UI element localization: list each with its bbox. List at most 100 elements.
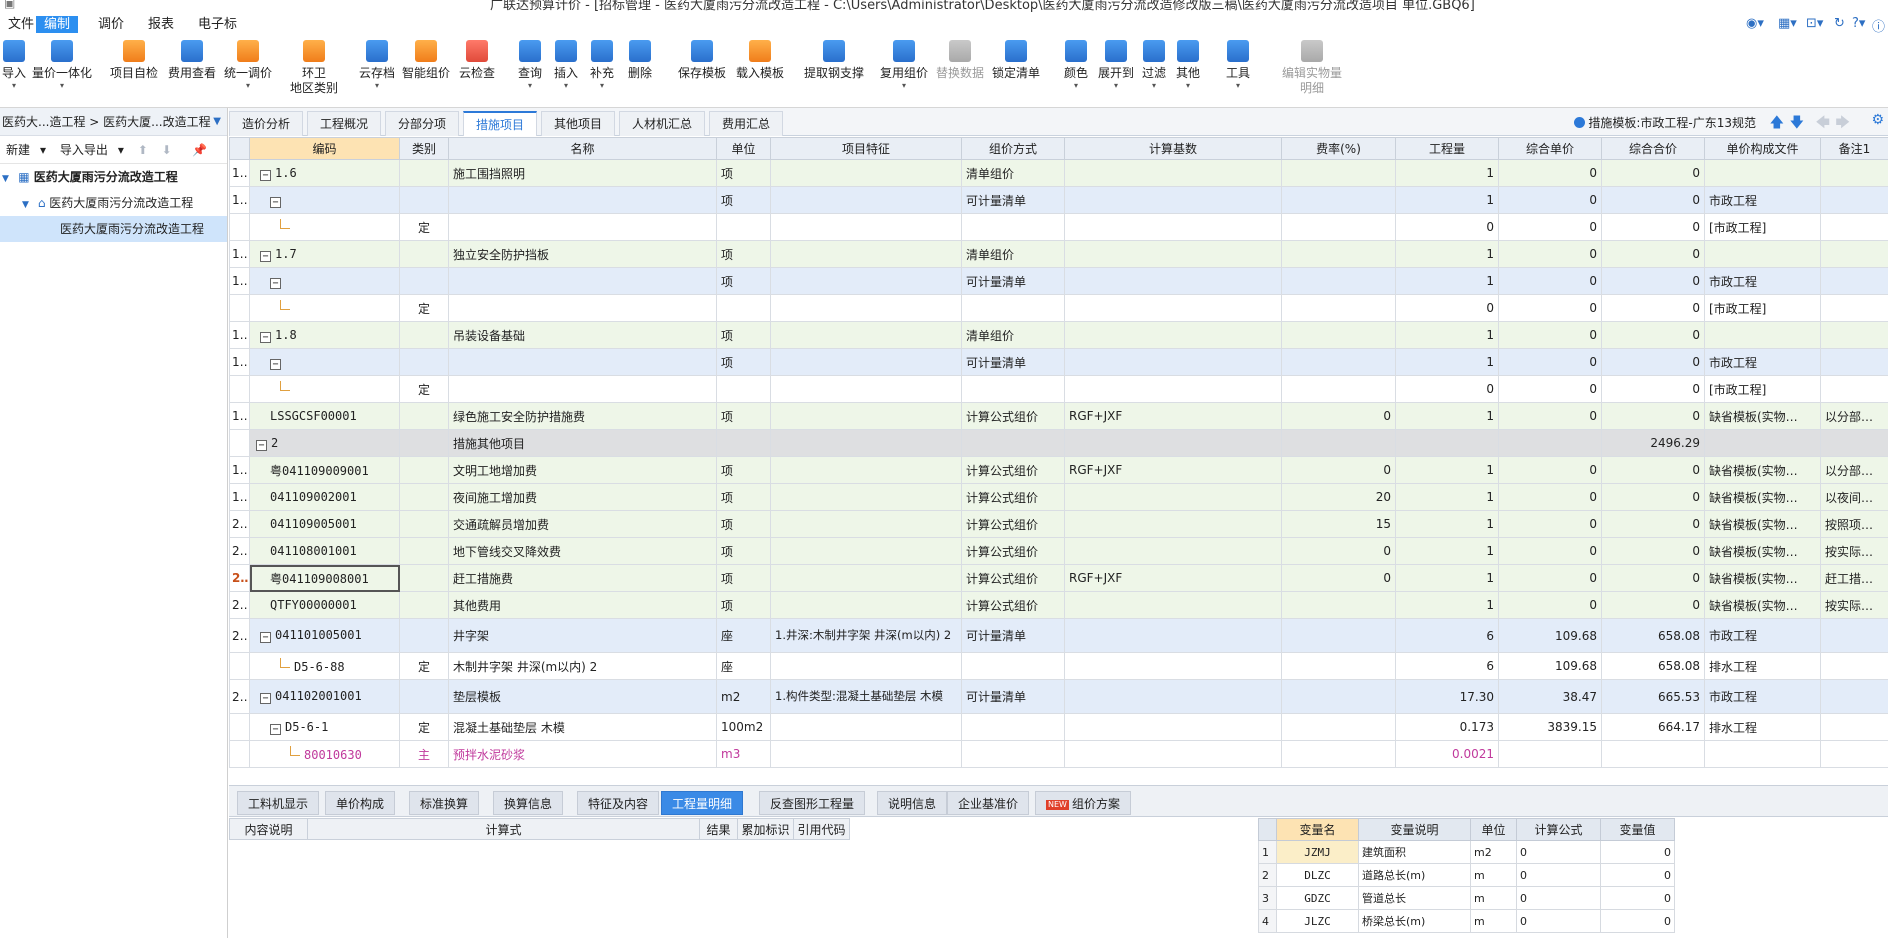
file-cell[interactable]: 市政工程 xyxy=(1704,348,1821,376)
feature-cell[interactable] xyxy=(770,591,962,619)
code-cell[interactable]: − xyxy=(249,186,400,214)
note-cell[interactable] xyxy=(1820,159,1888,187)
price-cell[interactable]: 0 xyxy=(1498,159,1602,187)
code-cell[interactable]: QTFY00000001 xyxy=(249,591,400,619)
base-cell[interactable] xyxy=(1064,267,1282,295)
total-cell[interactable]: 0 xyxy=(1601,375,1705,403)
table-row[interactable]: 25−041102001001 垫层模板 m2 1.构件类型:混凝土基础垫层 木模 可计… xyxy=(229,679,1888,714)
column-header[interactable]: 单位 xyxy=(716,137,771,160)
qty-cell[interactable]: 1 xyxy=(1395,321,1499,349)
qty-cell[interactable]: 0 xyxy=(1395,213,1499,241)
code-cell[interactable]: − xyxy=(249,348,400,376)
column-header[interactable]: 单价构成文件 xyxy=(1704,137,1821,160)
row-number[interactable]: 15 xyxy=(229,321,250,349)
name-cell[interactable]: 垫层模板 xyxy=(448,679,717,714)
column-header[interactable]: 内容说明 xyxy=(229,818,308,840)
code-cell[interactable]: − D5-6-1 xyxy=(249,713,400,741)
rate-cell[interactable]: 0 xyxy=(1281,402,1396,430)
code-cell[interactable]: 041108001001 xyxy=(249,537,400,565)
column-header[interactable]: 引用代码 xyxy=(793,818,850,840)
table-row[interactable]: 定 0 0 0 [市政工程] xyxy=(229,213,1888,241)
smart-pricing-button[interactable]: 智能组价 xyxy=(400,40,452,106)
row-number[interactable]: 16 xyxy=(229,348,250,376)
variable-desc-cell[interactable]: 建筑面积 xyxy=(1358,840,1471,864)
qty-cell[interactable]: 1 xyxy=(1395,456,1499,484)
self-check-button[interactable]: 项目自检 xyxy=(108,40,160,106)
note-cell[interactable]: 赶工措施费… xyxy=(1820,564,1888,592)
unit-cell[interactable]: 项 xyxy=(716,321,771,349)
variable-desc-cell[interactable]: 桥梁总长(m) xyxy=(1358,909,1471,933)
row-number[interactable]: 14 xyxy=(229,267,250,295)
menu-report[interactable]: 报表 xyxy=(140,16,182,33)
qty-cell[interactable]: 6 xyxy=(1395,618,1499,653)
unit-cell[interactable]: m3 xyxy=(716,740,771,768)
file-cell[interactable]: 缺省模板(实物… xyxy=(1704,564,1821,592)
collapse-icon[interactable]: ▼ xyxy=(2,166,14,192)
table-row[interactable]: 16− 项可计量清单 1 0 0 市政工程 xyxy=(229,348,1888,376)
name-cell[interactable]: 措施其他项目 xyxy=(448,429,717,457)
price-cell[interactable]: 38.47 xyxy=(1498,679,1602,714)
row-number[interactable]: 20 xyxy=(229,510,250,538)
column-header[interactable]: 结果 xyxy=(699,818,738,840)
type-cell[interactable] xyxy=(399,483,449,511)
help-icon[interactable]: ?▾ xyxy=(1852,16,1865,31)
tab-standard-conversion[interactable]: 标准换算 xyxy=(409,791,480,815)
qty-cell[interactable]: 6 xyxy=(1395,652,1499,680)
feature-cell[interactable] xyxy=(770,348,962,376)
variable-name-cell[interactable]: JLZC xyxy=(1276,909,1359,933)
variable-row[interactable]: 2 DLZC 道路总长(m) m 0 0 xyxy=(1258,863,1675,887)
row-number[interactable] xyxy=(229,429,250,457)
method-cell[interactable]: 计算公式组价 xyxy=(961,456,1065,484)
row-number[interactable]: 24 xyxy=(229,618,250,653)
qty-cell[interactable]: 1 xyxy=(1395,564,1499,592)
code-cell[interactable]: 041109005001 xyxy=(249,510,400,538)
feature-cell[interactable] xyxy=(770,483,962,511)
code-cell[interactable]: − xyxy=(249,267,400,295)
unit-cell[interactable]: 项 xyxy=(716,402,771,430)
unit-cell[interactable]: 项 xyxy=(716,267,771,295)
variable-unit-cell[interactable]: m2 xyxy=(1470,840,1517,864)
cloud-archive-button[interactable]: 云存档 ▾ xyxy=(356,40,398,106)
column-header[interactable]: 工程量 xyxy=(1395,137,1499,160)
file-cell[interactable] xyxy=(1704,321,1821,349)
method-cell[interactable] xyxy=(961,740,1065,768)
variable-formula-cell[interactable]: 0 xyxy=(1516,840,1601,864)
unit-cell[interactable]: 项 xyxy=(716,456,771,484)
collapse-toggle-icon[interactable]: − xyxy=(270,196,281,208)
name-cell[interactable] xyxy=(448,294,717,322)
method-cell[interactable]: 清单组价 xyxy=(961,321,1065,349)
new-button[interactable]: 新建 ▾ xyxy=(6,143,46,157)
base-cell[interactable]: RGF+JXF xyxy=(1064,402,1282,430)
variable-formula-cell[interactable]: 0 xyxy=(1516,909,1601,933)
type-cell[interactable] xyxy=(399,267,449,295)
note-cell[interactable] xyxy=(1820,679,1888,714)
move-down-icon[interactable]: ⬇ xyxy=(162,143,172,157)
unit-cell[interactable]: 项 xyxy=(716,240,771,268)
feature-cell[interactable] xyxy=(770,213,962,241)
qty-cell[interactable]: 1 xyxy=(1395,186,1499,214)
row-number[interactable] xyxy=(229,652,250,680)
code-cell[interactable]: −1.8 xyxy=(249,321,400,349)
base-cell[interactable] xyxy=(1064,321,1282,349)
unit-cell[interactable]: 项 xyxy=(716,186,771,214)
method-cell[interactable]: 清单组价 xyxy=(961,240,1065,268)
tab-conversion-info[interactable]: 换算信息 xyxy=(493,791,564,815)
base-cell[interactable] xyxy=(1064,348,1282,376)
code-cell[interactable]: −1.7 xyxy=(249,240,400,268)
type-cell[interactable] xyxy=(399,348,449,376)
type-cell[interactable] xyxy=(399,591,449,619)
qty-cell[interactable]: 17.30 xyxy=(1395,679,1499,714)
qty-cell[interactable]: 0 xyxy=(1395,375,1499,403)
type-cell[interactable] xyxy=(399,618,449,653)
total-cell[interactable]: 664.17 xyxy=(1601,713,1705,741)
variable-desc-cell[interactable]: 管道总长 xyxy=(1358,886,1471,910)
query-button[interactable]: 查询 ▾ xyxy=(516,40,544,106)
feature-cell[interactable] xyxy=(770,240,962,268)
base-cell[interactable] xyxy=(1064,240,1282,268)
variable-name-cell[interactable]: JZMJ xyxy=(1276,840,1359,864)
file-cell[interactable]: 排水工程 xyxy=(1704,652,1821,680)
qty-cell[interactable]: 1 xyxy=(1395,483,1499,511)
note-cell[interactable] xyxy=(1820,429,1888,457)
name-cell[interactable]: 其他费用 xyxy=(448,591,717,619)
qty-cell[interactable]: 1 xyxy=(1395,537,1499,565)
